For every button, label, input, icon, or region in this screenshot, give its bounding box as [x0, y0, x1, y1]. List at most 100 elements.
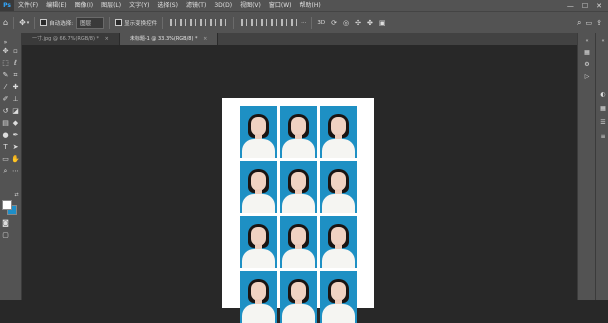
search-icon[interactable]: ⌕ [577, 18, 581, 28]
more-options-icon[interactable]: ··· [301, 20, 306, 26]
menu-select[interactable]: 选择(S) [153, 0, 182, 11]
id-photo [280, 161, 317, 213]
eyedropper-icon[interactable]: ⁄ [1, 83, 10, 92]
id-photo [320, 271, 357, 323]
home-icon[interactable]: ⌂ [3, 18, 8, 27]
collapse-arrows-icon[interactable]: » [1, 38, 10, 47]
lasso-icon[interactable]: ℓ [11, 59, 20, 68]
quick-select-icon[interactable]: ✎ [1, 71, 10, 80]
swatches-panel-icon[interactable]: ▦ [599, 105, 607, 113]
auto-select-label: 自动选择: [49, 20, 74, 27]
auto-select-checkbox[interactable] [40, 19, 48, 26]
gradient-icon[interactable]: ▤ [1, 119, 10, 128]
divider [162, 16, 164, 29]
eraser-icon[interactable]: ◪ [11, 107, 20, 116]
tab-label: 未标题-1 @ 33.3%(RGB/8) * [129, 36, 198, 42]
layers-panel-icon[interactable]: ☰ [599, 119, 607, 127]
align-left-icon[interactable] [170, 19, 177, 26]
properties-panel-icon[interactable]: ⚙ [583, 61, 591, 69]
minimize-button[interactable]: — [567, 2, 574, 10]
id-photo [240, 161, 277, 213]
distribute-center-icon[interactable] [281, 19, 288, 26]
move-icon[interactable]: ✥ [1, 47, 10, 56]
stamp-icon[interactable]: ⊥ [11, 95, 20, 104]
type-icon[interactable]: T [1, 143, 10, 152]
brush-icon[interactable]: ✐ [1, 95, 10, 104]
align-middle-icon[interactable] [210, 19, 217, 26]
hand-icon[interactable]: ✋ [11, 155, 20, 164]
id-photo [320, 161, 357, 213]
menu-3d[interactable]: 3D(D) [210, 0, 236, 11]
quick-mask-icon[interactable]: ◙ [1, 219, 10, 228]
menu-window[interactable]: 窗口(W) [265, 0, 296, 11]
id-photo [320, 106, 357, 158]
history-panel-icon[interactable]: ▦ [583, 49, 591, 57]
divider [109, 16, 111, 29]
artboard-icon[interactable]: ▫ [11, 47, 20, 56]
blur-icon[interactable]: ◆ [11, 119, 20, 128]
align-bottom-icon[interactable] [220, 19, 227, 26]
close-icon[interactable]: × [203, 36, 207, 42]
3d-pan-icon[interactable]: ✣ [355, 19, 361, 27]
menu-view[interactable]: 视图(V) [236, 0, 265, 11]
photoshop-logo-icon: Ps [0, 0, 14, 11]
healing-icon[interactable]: ✚ [11, 83, 20, 92]
align-center-icon[interactable] [180, 19, 187, 26]
chevron-down-icon[interactable]: ▾ [27, 20, 30, 26]
color-panel-icon[interactable]: ◐ [599, 91, 607, 99]
divider [233, 16, 235, 29]
collapse-arrows-icon[interactable]: « [583, 37, 591, 45]
distribute-top-icon[interactable] [241, 19, 248, 26]
channels-panel-icon[interactable]: ≡ [599, 133, 607, 141]
id-photo [280, 216, 317, 268]
pen-icon[interactable]: ✒ [11, 131, 20, 140]
share-icon[interactable]: ⇪ [596, 19, 602, 27]
menu-type[interactable]: 文字(Y) [125, 0, 153, 11]
3d-scale-icon[interactable]: ▣ [379, 19, 386, 27]
path-select-icon[interactable]: ➤ [11, 143, 20, 152]
auto-select-dropdown[interactable]: 图层 [76, 16, 105, 29]
3d-orbit-icon[interactable]: ⟳ [331, 19, 337, 27]
crop-icon[interactable]: ⌗ [11, 71, 20, 80]
dodge-icon[interactable]: ● [1, 131, 10, 140]
tab-document-1[interactable]: 一寸.jpg @ 66.7%(RGB/8) * × [22, 33, 120, 45]
document-canvas[interactable] [222, 98, 374, 323]
history-brush-icon[interactable]: ↺ [1, 107, 10, 116]
swap-colors-icon[interactable]: ⇄ [12, 191, 21, 200]
show-transform-checkbox[interactable] [115, 19, 123, 26]
3d-roll-icon[interactable]: ◎ [343, 19, 349, 27]
id-photo [320, 216, 357, 268]
actions-panel-icon[interactable]: ▷ [583, 73, 591, 81]
menu-image[interactable]: 图像(I) [71, 0, 97, 11]
align-right-icon[interactable] [190, 19, 197, 26]
collapse-arrows-icon[interactable]: « [599, 37, 607, 45]
menu-file[interactable]: 文件(F) [14, 0, 42, 11]
document-tabs: 一寸.jpg @ 66.7%(RGB/8) * × 未标题-1 @ 33.3%(… [22, 33, 577, 45]
menu-bar: Ps 文件(F) 编辑(E) 图像(I) 图层(L) 文字(Y) 选择(S) 滤… [0, 0, 608, 11]
maximize-button[interactable]: ☐ [582, 2, 588, 10]
more-tools-icon[interactable]: ⋯ [11, 167, 20, 176]
menu-layer[interactable]: 图层(L) [97, 0, 125, 11]
3d-slide-icon[interactable]: ✤ [367, 19, 373, 27]
3d-mode-label: 3D [317, 19, 326, 26]
zoom-icon[interactable]: ⌕ [1, 167, 10, 176]
tab-document-2[interactable]: 未标题-1 @ 33.3%(RGB/8) * × [119, 33, 219, 45]
distribute-middle-icon[interactable] [251, 19, 258, 26]
menu-help[interactable]: 帮助(H) [296, 0, 325, 11]
foreground-color-swatch[interactable] [2, 200, 12, 210]
menu-filter[interactable]: 滤镜(T) [182, 0, 210, 11]
shape-icon[interactable]: ▭ [1, 155, 10, 164]
close-icon[interactable]: × [105, 36, 109, 42]
show-transform-label: 显示变换控件 [124, 20, 158, 27]
divider [13, 16, 15, 29]
marquee-icon[interactable]: ⬚ [1, 59, 10, 68]
distribute-right-icon[interactable] [291, 19, 298, 26]
align-top-icon[interactable] [200, 19, 207, 26]
distribute-left-icon[interactable] [271, 19, 278, 26]
close-button[interactable]: ✕ [596, 2, 602, 10]
distribute-bottom-icon[interactable] [261, 19, 268, 26]
move-tool-icon[interactable]: ✥ [19, 18, 26, 27]
screen-mode-icon[interactable]: ▢ [1, 231, 10, 240]
menu-edit[interactable]: 编辑(E) [42, 0, 70, 11]
workspace-icon[interactable]: ▭ [586, 19, 593, 27]
